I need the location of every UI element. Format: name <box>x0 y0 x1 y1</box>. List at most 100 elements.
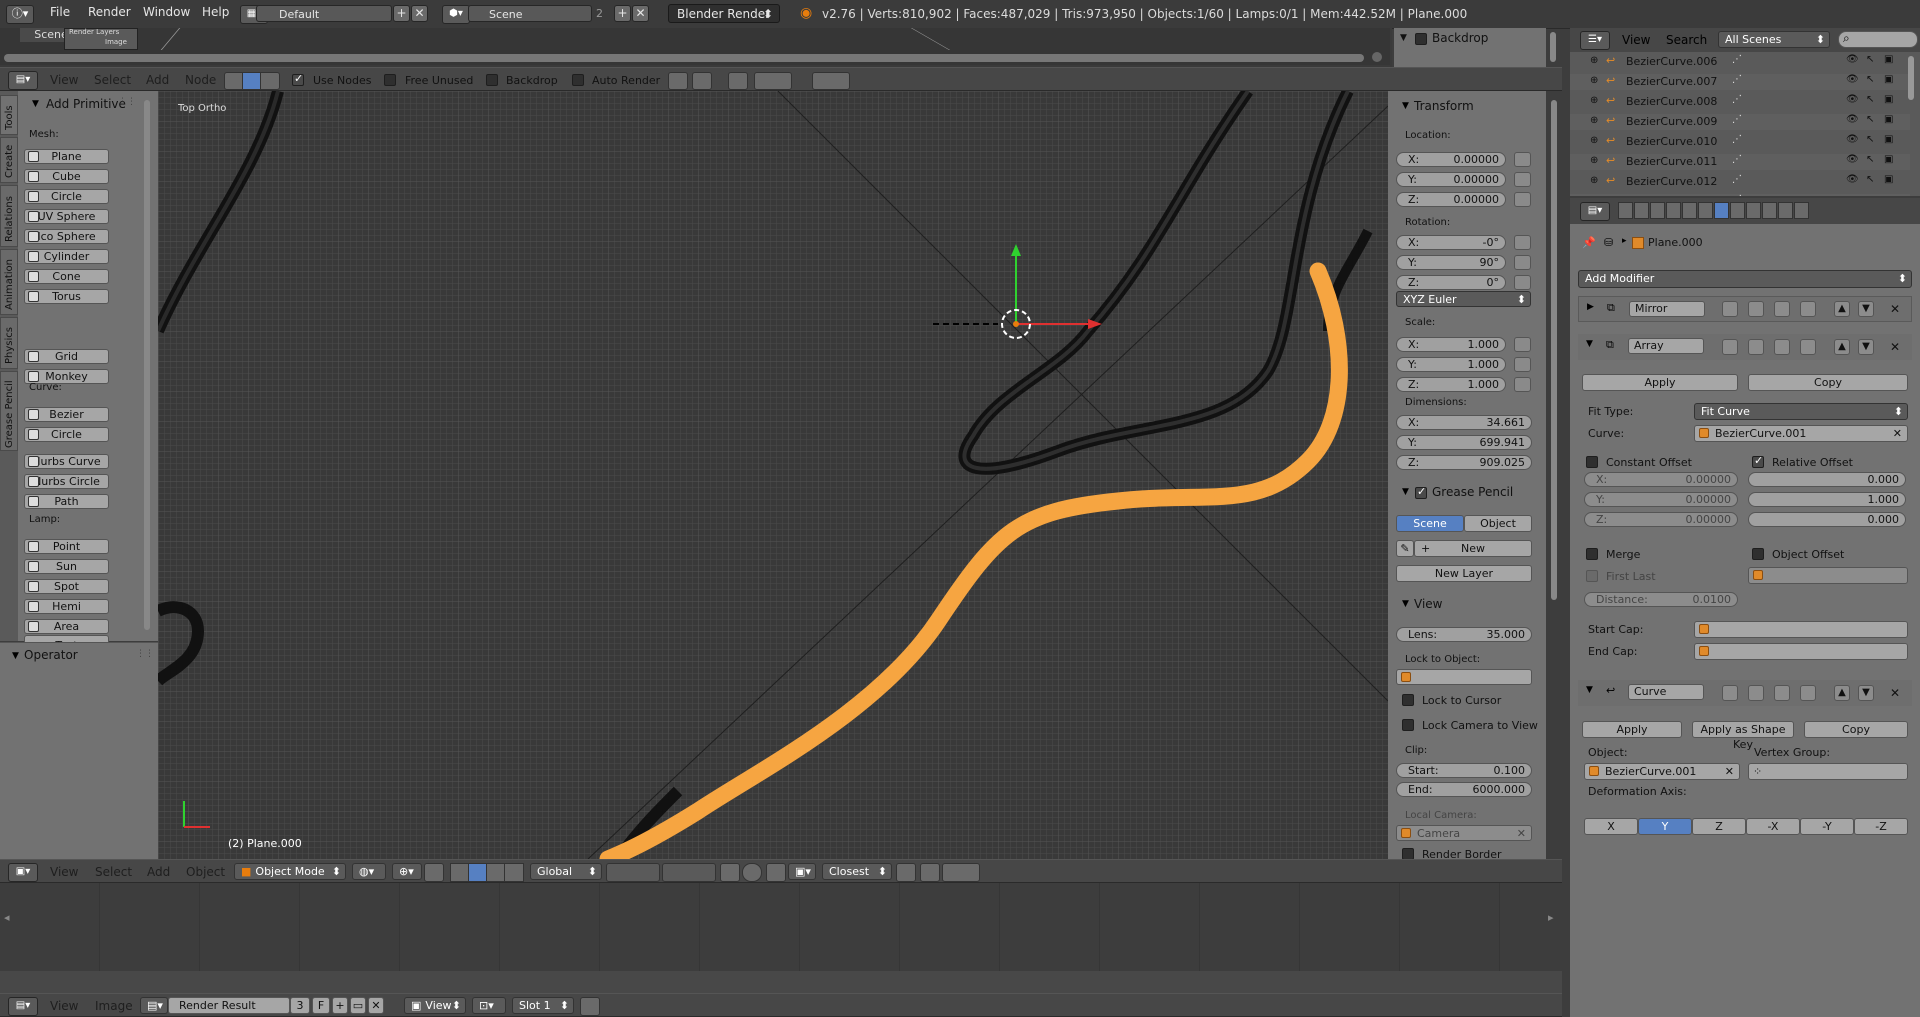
timeline-right-arrow[interactable]: ▸ <box>1548 911 1554 924</box>
operator-grip-icon[interactable]: ⋮⋮ <box>136 649 154 659</box>
add-bezier-button[interactable]: Bezier <box>24 407 109 422</box>
cage-toggle-icon[interactable] <box>1800 685 1816 701</box>
lock-icon[interactable] <box>1514 192 1531 207</box>
dimensions-z-field[interactable]: Z: 909.025 <box>1396 455 1532 470</box>
lock-camera-checkbox[interactable] <box>1402 719 1414 731</box>
select-arrow-icon[interactable]: ↖ <box>1866 174 1874 185</box>
deform-axis-z-button[interactable]: Z <box>1692 818 1746 835</box>
node-canvas[interactable]: Scene Render Layers Image <box>0 28 1390 65</box>
lock-icon[interactable] <box>1514 172 1531 187</box>
outliner-item[interactable]: ⊕ ↩ BezierCurve.007 ⋰ 👁 ↖ ▣ <box>1570 74 1910 90</box>
lock-icon[interactable] <box>1514 275 1531 290</box>
free-unused-checkbox[interactable] <box>384 74 396 86</box>
rotation-y-field[interactable]: Y: 90° <box>1396 255 1506 270</box>
gp-new-layer-button[interactable]: New Layer <box>1396 565 1532 582</box>
outliner-menu-view[interactable]: View <box>1622 33 1650 47</box>
render-camera-icon[interactable]: ▣ <box>1884 174 1893 185</box>
operator-collapse-icon[interactable]: ▼ <box>12 651 19 661</box>
render-camera-icon[interactable]: ▣ <box>1884 134 1893 145</box>
rotation-z-field[interactable]: Z: 0° <box>1396 275 1506 290</box>
3d-menu-object[interactable]: Object <box>186 865 225 879</box>
snap-element-icon[interactable] <box>692 72 712 90</box>
node-tree-icon[interactable] <box>812 72 850 90</box>
lock-to-cursor-checkbox[interactable] <box>1402 694 1414 706</box>
lock-icon[interactable] <box>1514 357 1531 372</box>
cage-toggle-icon[interactable] <box>1800 339 1816 355</box>
merge-checkbox[interactable] <box>1586 548 1598 560</box>
clip-end-field[interactable]: End: 6000.000 <box>1396 782 1532 797</box>
expand-icon[interactable]: ⊕ <box>1590 195 1598 196</box>
3d-viewport[interactable]: Top Ortho (2) Plane.000 <box>158 91 1388 859</box>
add-circle-button[interactable]: Circle <box>24 427 109 442</box>
render-layers-node[interactable]: Render Layers Image <box>64 28 138 50</box>
snap-toggle[interactable] <box>766 863 786 882</box>
visibility-eye-icon[interactable]: 👁 <box>1846 54 1859 65</box>
image-menu-image[interactable]: Image <box>95 999 133 1013</box>
rotation-x-field[interactable]: X: -0° <box>1396 235 1506 250</box>
gp-scene-button[interactable]: Scene <box>1396 515 1464 532</box>
lock-icon[interactable] <box>1514 235 1531 250</box>
render-camera-icon[interactable]: ▣ <box>1884 94 1893 105</box>
tab-relations[interactable]: Relations <box>0 185 18 247</box>
scene-icon[interactable]: ⬢▾ <box>442 5 470 24</box>
outliner-item[interactable]: ⊕ ↩ BezierCurve.010 ⋰ 👁 ↖ ▣ <box>1570 134 1910 150</box>
texture-nodes-button[interactable] <box>260 72 280 90</box>
menu-window[interactable]: Window <box>143 5 190 19</box>
render-toggle-icon[interactable] <box>1722 339 1738 355</box>
backdrop-checkbox[interactable] <box>486 74 498 86</box>
shader-nodes-button[interactable] <box>224 72 244 90</box>
lock-layers-icon[interactable] <box>720 863 740 882</box>
constant-offset-y-field[interactable]: Y: 0.00000 <box>1584 492 1738 507</box>
deform-axis-neg-z-button[interactable]: -Z <box>1854 818 1908 835</box>
render-opengl-icon[interactable] <box>920 863 940 882</box>
visibility-eye-icon[interactable]: 👁 <box>1846 74 1859 85</box>
timeline-area[interactable]: ◂ ▸ <box>0 883 1562 993</box>
viewport-toggle-icon[interactable] <box>1748 685 1764 701</box>
select-arrow-icon[interactable]: ↖ <box>1866 94 1874 105</box>
info-editor-icon[interactable]: ⓘ▾ <box>6 5 34 24</box>
node-editor-scrollbar[interactable] <box>4 54 1364 62</box>
gp-new-button[interactable]: + New <box>1414 540 1532 557</box>
image-menu-view[interactable]: View <box>50 999 78 1013</box>
move-up-icon[interactable]: ▲ <box>1834 685 1850 701</box>
expand-icon[interactable]: ⊕ <box>1590 155 1598 166</box>
array-collapse-icon[interactable]: ▼ <box>1586 339 1593 349</box>
pivot-image-dropdown[interactable]: ⊡▾ <box>472 997 506 1014</box>
scale-x-field[interactable]: X: 1.000 <box>1396 337 1506 352</box>
select-arrow-icon[interactable]: ↖ <box>1866 54 1874 65</box>
outliner-item[interactable]: ⊕ ↩ BezierCurve.012 ⋰ 👁 ↖ ▣ <box>1570 174 1910 190</box>
compositing-nodes-button[interactable] <box>242 72 262 90</box>
location-y-field[interactable]: Y: 0.00000 <box>1396 172 1506 187</box>
array-copy-button[interactable]: Copy <box>1748 374 1908 391</box>
add-sun-button[interactable]: Sun <box>24 559 109 574</box>
render-camera-icon[interactable]: ▣ <box>1884 74 1893 85</box>
expand-icon[interactable]: ⊕ <box>1590 55 1598 66</box>
image-name-field[interactable]: Render Result <box>168 997 290 1014</box>
timeline-left-arrow[interactable]: ◂ <box>4 911 10 924</box>
constant-offset-z-field[interactable]: Z: 0.00000 <box>1584 512 1738 527</box>
scene-remove-button[interactable]: ✕ <box>632 5 649 22</box>
node-menu-node[interactable]: Node <box>185 73 216 87</box>
fit-type-dropdown[interactable]: Fit Curve ⬍ <box>1694 403 1908 420</box>
curve-name-field[interactable]: Curve <box>1628 684 1704 700</box>
move-up-icon[interactable]: ▲ <box>1834 339 1850 355</box>
add-nurbs-circle-button[interactable]: Nurbs Circle <box>24 474 109 489</box>
select-arrow-icon[interactable]: ↖ <box>1866 114 1874 125</box>
render-toggle-icon[interactable] <box>1722 301 1738 317</box>
add-ico-sphere-button[interactable]: Ico Sphere <box>24 229 109 244</box>
transform-collapse-icon[interactable]: ▼ <box>1402 101 1409 111</box>
lock-object-field[interactable] <box>1396 669 1532 685</box>
deform-axis-neg-x-button[interactable]: -X <box>1746 818 1800 835</box>
mirror-expand-icon[interactable]: ▶ <box>1587 302 1594 312</box>
tab-object-icon[interactable] <box>1682 202 1697 219</box>
local-camera-field[interactable]: Camera ✕ <box>1396 825 1532 841</box>
add-plane-button[interactable]: Plane <box>24 149 109 164</box>
tab-particles-icon[interactable] <box>1778 202 1793 219</box>
layers-block-2[interactable] <box>662 863 716 882</box>
scale-y-field[interactable]: Y: 1.000 <box>1396 357 1506 372</box>
image-users-count[interactable]: 3 <box>290 997 310 1014</box>
fake-user-button[interactable]: F <box>312 997 330 1014</box>
backdrop-panel-checkbox[interactable] <box>1415 33 1427 45</box>
menu-render[interactable]: Render <box>88 5 131 19</box>
align-rotation-icon[interactable] <box>896 863 916 882</box>
